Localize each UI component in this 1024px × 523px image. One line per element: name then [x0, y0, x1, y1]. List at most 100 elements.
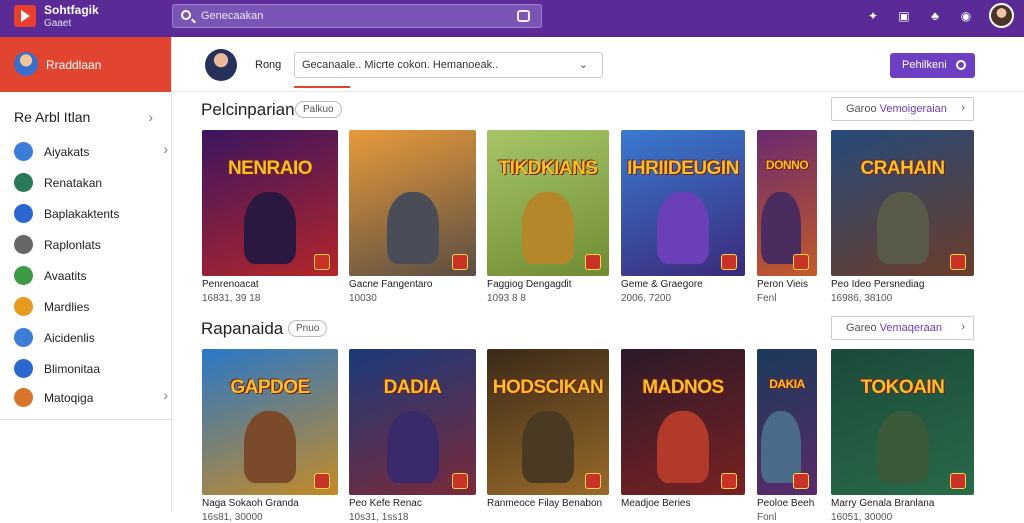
game-meta: Fenl	[757, 293, 777, 304]
user-name: Rong	[255, 59, 282, 71]
view-more-button[interactable]: Gareo Vemaqeraan ›	[831, 316, 974, 340]
settings-icon[interactable]: ◉	[959, 9, 973, 23]
sidebar-item-label: Blimonitaa	[44, 362, 101, 376]
sidebar-item[interactable]: Aiyakats ›	[14, 141, 168, 163]
search-bar[interactable]: Genecaakan	[172, 4, 542, 28]
game-cover-image[interactable]: TOKOAIN	[831, 349, 974, 495]
section-tag[interactable]: Pnuo	[288, 320, 328, 337]
view-more-lead: Garoo	[846, 103, 877, 115]
badge-icon	[950, 473, 966, 489]
game-cover-title: IHRIIDEUGIN	[627, 158, 739, 179]
sidebar-item-label: Matoqiga	[44, 391, 94, 405]
chevron-down-icon: ⌄	[578, 59, 588, 71]
divider	[0, 419, 172, 420]
game-meta: 16s81, 30000	[202, 512, 263, 523]
character-figure	[876, 192, 929, 264]
game-title[interactable]: Gacne Fangentaro	[349, 279, 476, 290]
sidebar-item[interactable]: Avaatits	[14, 265, 164, 287]
sidebar-profile-label: Rraddlaan	[46, 58, 102, 72]
game-meta: 16831, 39 18	[202, 293, 261, 304]
sidebar-item-label: Aicidenlis	[44, 331, 95, 345]
game-cover-image[interactable]: IHRIIDEUGIN	[621, 130, 745, 276]
sidebar-item-label: Mardlies	[44, 300, 90, 314]
game-title[interactable]: Peoloe Beeh	[757, 498, 817, 509]
circle-icon	[956, 60, 966, 70]
view-more-button[interactable]: Garoo Vemoigeraian ›	[831, 97, 974, 121]
game-title[interactable]: Geme & Graegore	[621, 279, 745, 290]
sidebar-item-label: Raplonlats	[44, 238, 101, 252]
gamepad-icon	[14, 173, 33, 192]
game-cover-title: DAKIA	[769, 377, 805, 391]
game-cover-image[interactable]: GAPDOE	[202, 349, 338, 495]
character-figure	[386, 192, 439, 264]
app-brand[interactable]: Sohtfagik Gaaet	[44, 4, 99, 30]
game-meta: 10s31, 1ss18	[349, 512, 409, 523]
game-title[interactable]: Peo Kefe Renac	[349, 498, 476, 509]
sidebar-item[interactable]: Mardlies	[14, 296, 164, 318]
badge-icon	[793, 473, 809, 489]
badge-icon	[793, 254, 809, 270]
game-cover-image[interactable]: CRAHAIN	[831, 130, 974, 276]
puzzle-icon[interactable]: ✦	[866, 9, 880, 23]
game-cover-image[interactable]: DAKIA	[757, 349, 817, 495]
avatar	[14, 52, 38, 76]
game-cover-title: CRAHAIN	[860, 158, 945, 179]
app-logo-icon[interactable]	[14, 5, 36, 27]
chevron-right-icon: ›	[961, 102, 965, 114]
sidebar-item[interactable]: Raplonlats	[14, 234, 164, 256]
game-cover-image[interactable]: TIKDKIANS	[487, 130, 609, 276]
user-avatar[interactable]	[989, 3, 1014, 28]
game-cover-title: TIKDKIANS	[498, 158, 598, 179]
chevron-right-icon[interactable]: ›	[148, 109, 153, 125]
game-cover-image[interactable]: DONNO	[757, 130, 817, 276]
primary-button[interactable]: Pehilkeni	[890, 53, 975, 78]
character-figure	[386, 411, 439, 483]
avatar[interactable]	[205, 49, 237, 81]
sidebar-item[interactable]: Blimonitaa	[14, 358, 164, 380]
game-title[interactable]: Ranmeoce Filay Benabon	[487, 498, 609, 509]
section-tag[interactable]: Palkuo	[295, 101, 342, 118]
game-cover-image[interactable]: HODSCIKAN	[487, 349, 609, 495]
search-icon	[181, 10, 191, 20]
sidebar-item[interactable]: Renatakan	[14, 172, 164, 194]
sidebar-section-title[interactable]: Re Arbl Itlan	[14, 109, 90, 125]
character-figure	[876, 411, 929, 483]
chevron-right-icon[interactable]: ›	[163, 141, 168, 157]
badge-icon	[452, 473, 468, 489]
view-more-link: Vemaqeraan	[879, 322, 943, 334]
camera-icon[interactable]	[517, 10, 530, 22]
filter-select[interactable]: Gecanaale.. Micrte cokon. Hemanoeak.. ⌄	[294, 52, 603, 78]
game-title[interactable]: Meadjoe Beries	[621, 498, 745, 509]
sidebar-item[interactable]: Aicidenlis	[14, 327, 164, 349]
chat-icon[interactable]: ▣	[897, 9, 911, 23]
game-cover-image[interactable]: NENRAIO	[202, 130, 338, 276]
sidebar: Rraddlaan Re Arbl Itlan › Aiyakats › Renat…	[0, 37, 172, 512]
game-title[interactable]: Peron Vieis	[757, 279, 817, 290]
badge-icon	[721, 473, 737, 489]
game-cover-image[interactable]	[349, 130, 476, 276]
sidebar-item[interactable]: Baplakaktents	[14, 203, 164, 225]
game-cover-image[interactable]: DADIA	[349, 349, 476, 495]
sidebar-item[interactable]: Matoqiga ›	[14, 387, 168, 409]
game-title[interactable]: Faggiog Dengagdit	[487, 279, 609, 290]
game-title[interactable]: Penrenoacat	[202, 279, 338, 290]
chevron-right-icon[interactable]: ›	[163, 387, 168, 403]
game-cover-image[interactable]: MADNOS	[621, 349, 745, 495]
character-figure	[244, 411, 296, 483]
game-controller-icon[interactable]: ♣	[928, 9, 942, 23]
top-bar: Sohtfagik Gaaet Genecaakan ✦ ▣ ♣ ◉	[0, 0, 1024, 37]
badge-icon	[585, 254, 601, 270]
gift-icon	[14, 388, 33, 407]
sidebar-item-label: Aiyakats	[44, 145, 90, 159]
game-cover-title: TOKOAIN	[860, 377, 945, 398]
chevron-right-icon: ›	[961, 321, 965, 333]
game-title[interactable]: Marry Genala Branlana	[831, 498, 974, 509]
game-title[interactable]: Naga Sokaoh Granda	[202, 498, 338, 509]
sidebar-item-label: Baplakaktents	[44, 207, 120, 221]
people-icon	[14, 266, 33, 285]
game-title[interactable]: Peo Ideo Persnediag	[831, 279, 974, 290]
badge-icon	[452, 254, 468, 270]
badge-icon	[585, 473, 601, 489]
sidebar-profile[interactable]: Rraddlaan	[0, 37, 171, 92]
view-more-link: Vemoigeraian	[879, 103, 947, 115]
